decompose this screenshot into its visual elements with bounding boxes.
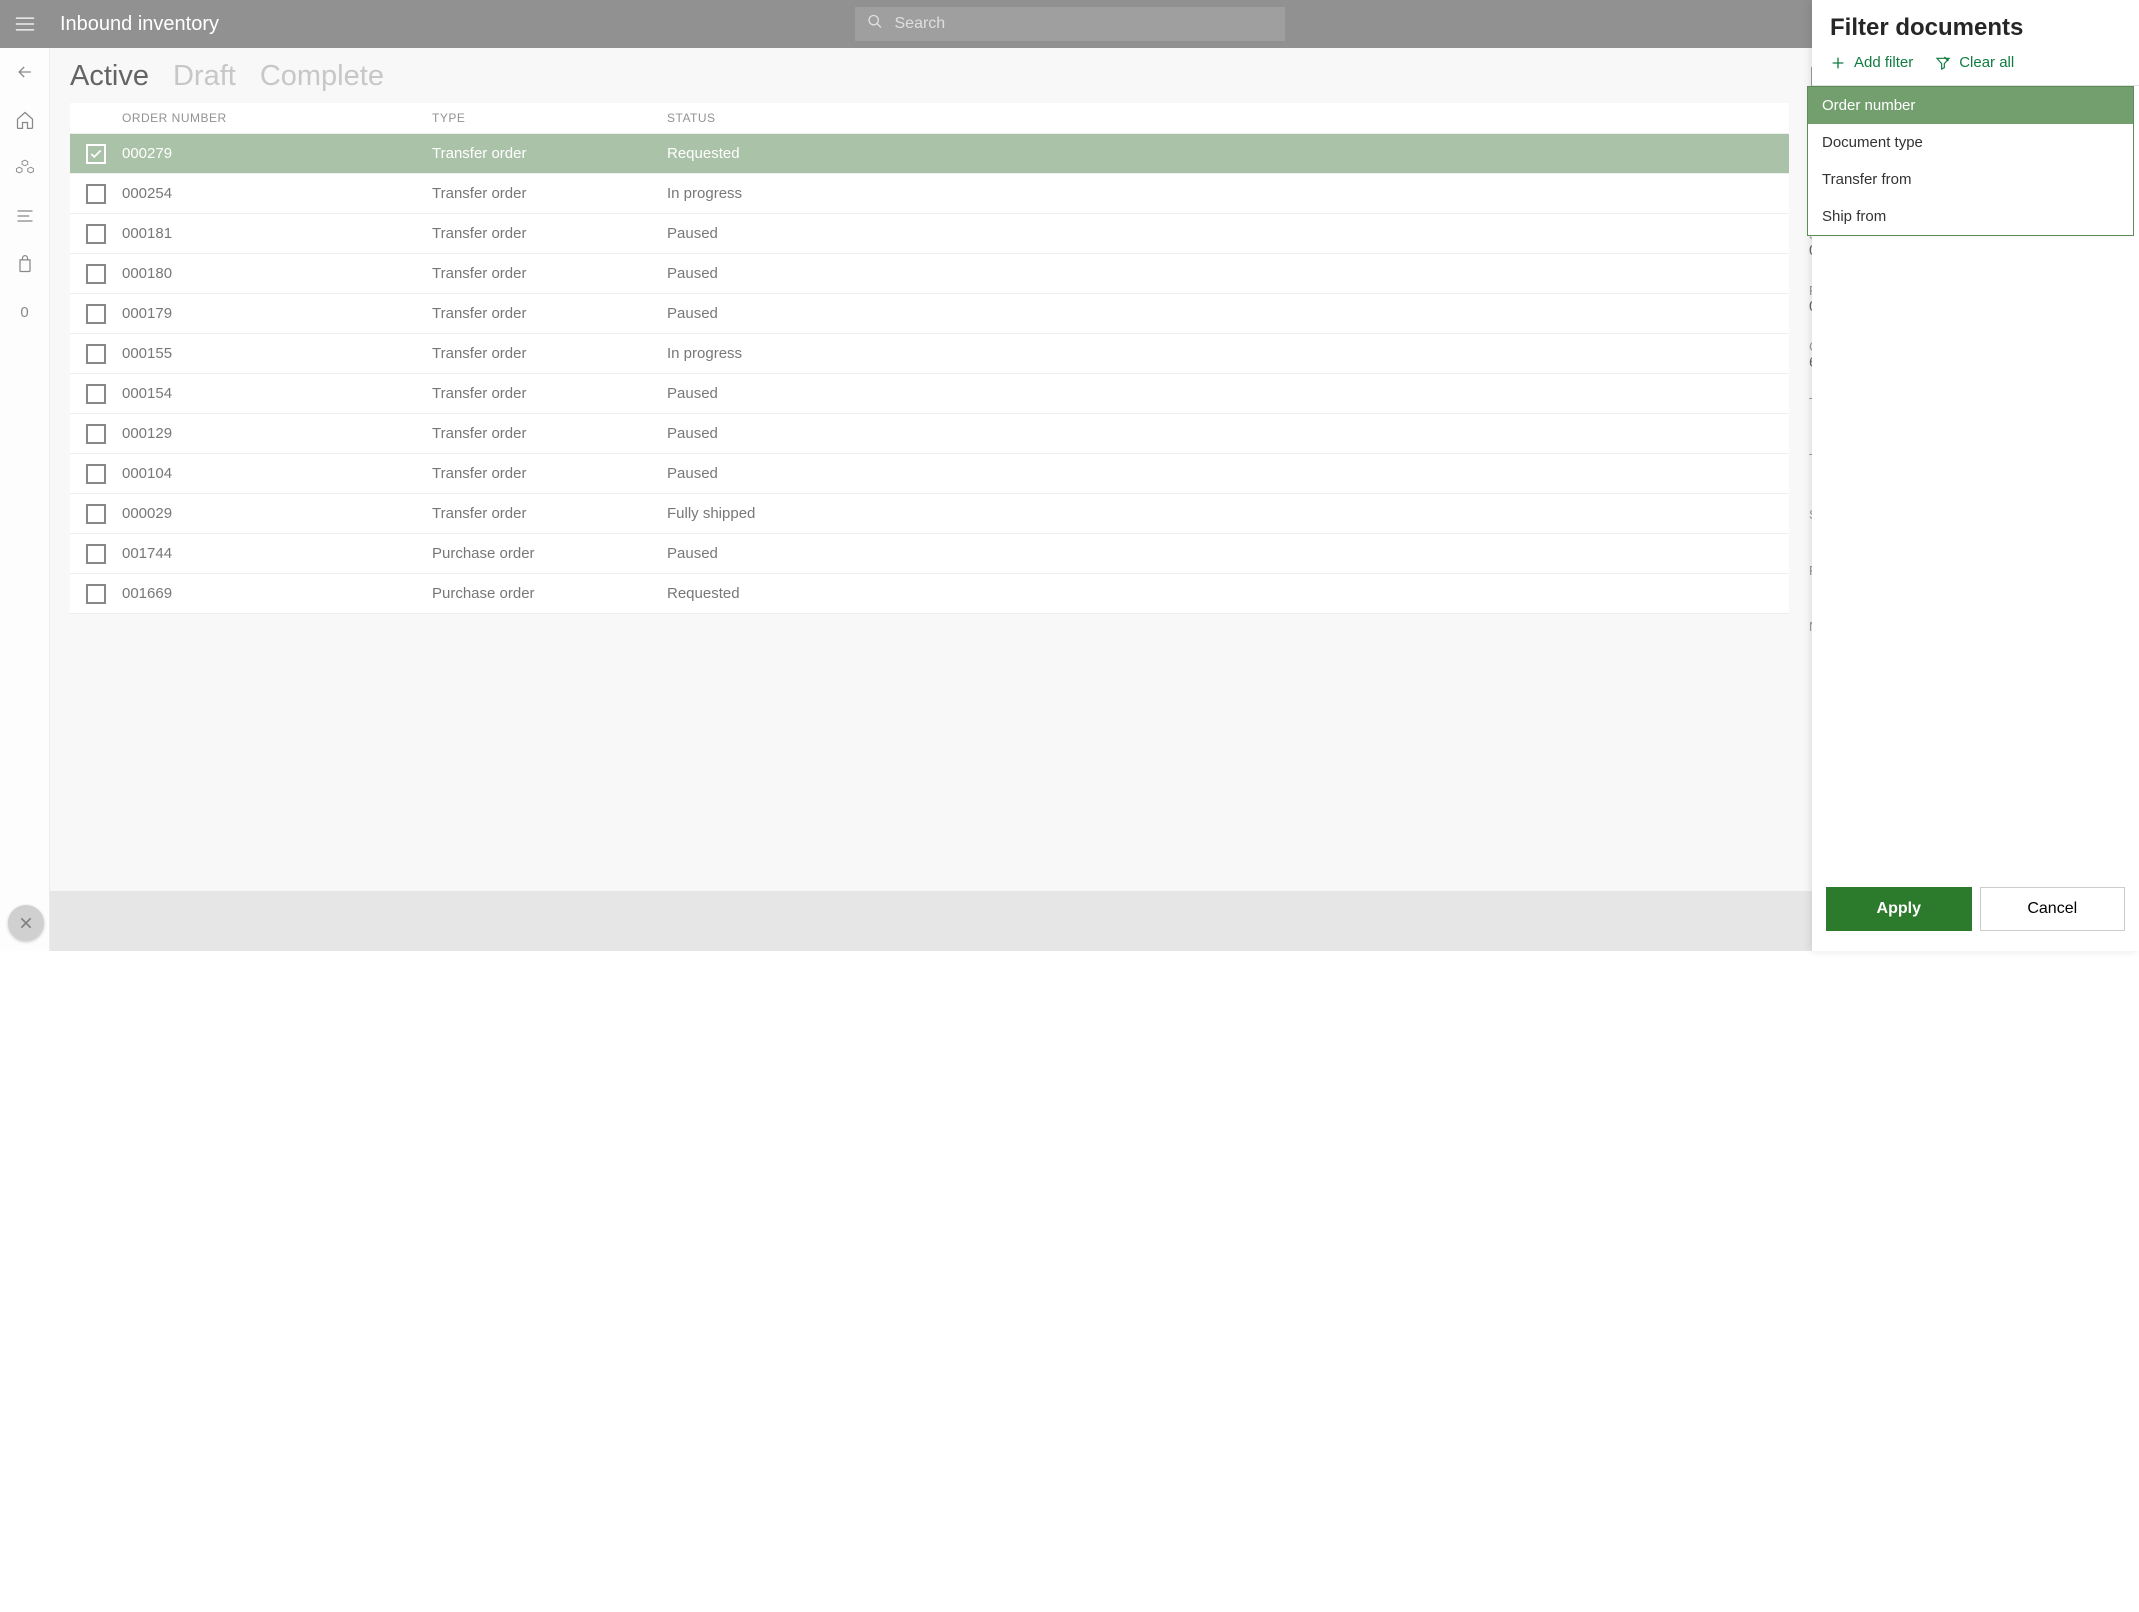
filter-option[interactable]: Transfer from bbox=[1808, 161, 2133, 198]
apply-button[interactable]: Apply bbox=[1826, 887, 1972, 931]
add-filter-label: Add filter bbox=[1854, 54, 1913, 71]
clear-all-button[interactable]: Clear all bbox=[1935, 54, 2014, 71]
filter-footer: Apply Cancel bbox=[1812, 887, 2139, 951]
filter-option[interactable]: Order number bbox=[1808, 87, 2133, 124]
filter-option[interactable]: Ship from bbox=[1808, 198, 2133, 235]
clear-all-label: Clear all bbox=[1959, 54, 2014, 71]
filter-panel-title: Filter documents bbox=[1812, 0, 2139, 54]
filter-dropdown: Order numberDocument typeTransfer fromSh… bbox=[1807, 86, 2134, 236]
filter-actions: Add filter Clear all bbox=[1812, 54, 2139, 86]
add-filter-button[interactable]: Add filter bbox=[1830, 54, 1913, 71]
app-root: 0 ActiveDraftComplete ORDER NUMBER TYPE … bbox=[0, 0, 2139, 951]
filter-panel: Filter documents Add filter Clear all Or… bbox=[1812, 0, 2139, 951]
filter-option[interactable]: Document type bbox=[1808, 124, 2133, 161]
cancel-button[interactable]: Cancel bbox=[1980, 887, 2126, 931]
